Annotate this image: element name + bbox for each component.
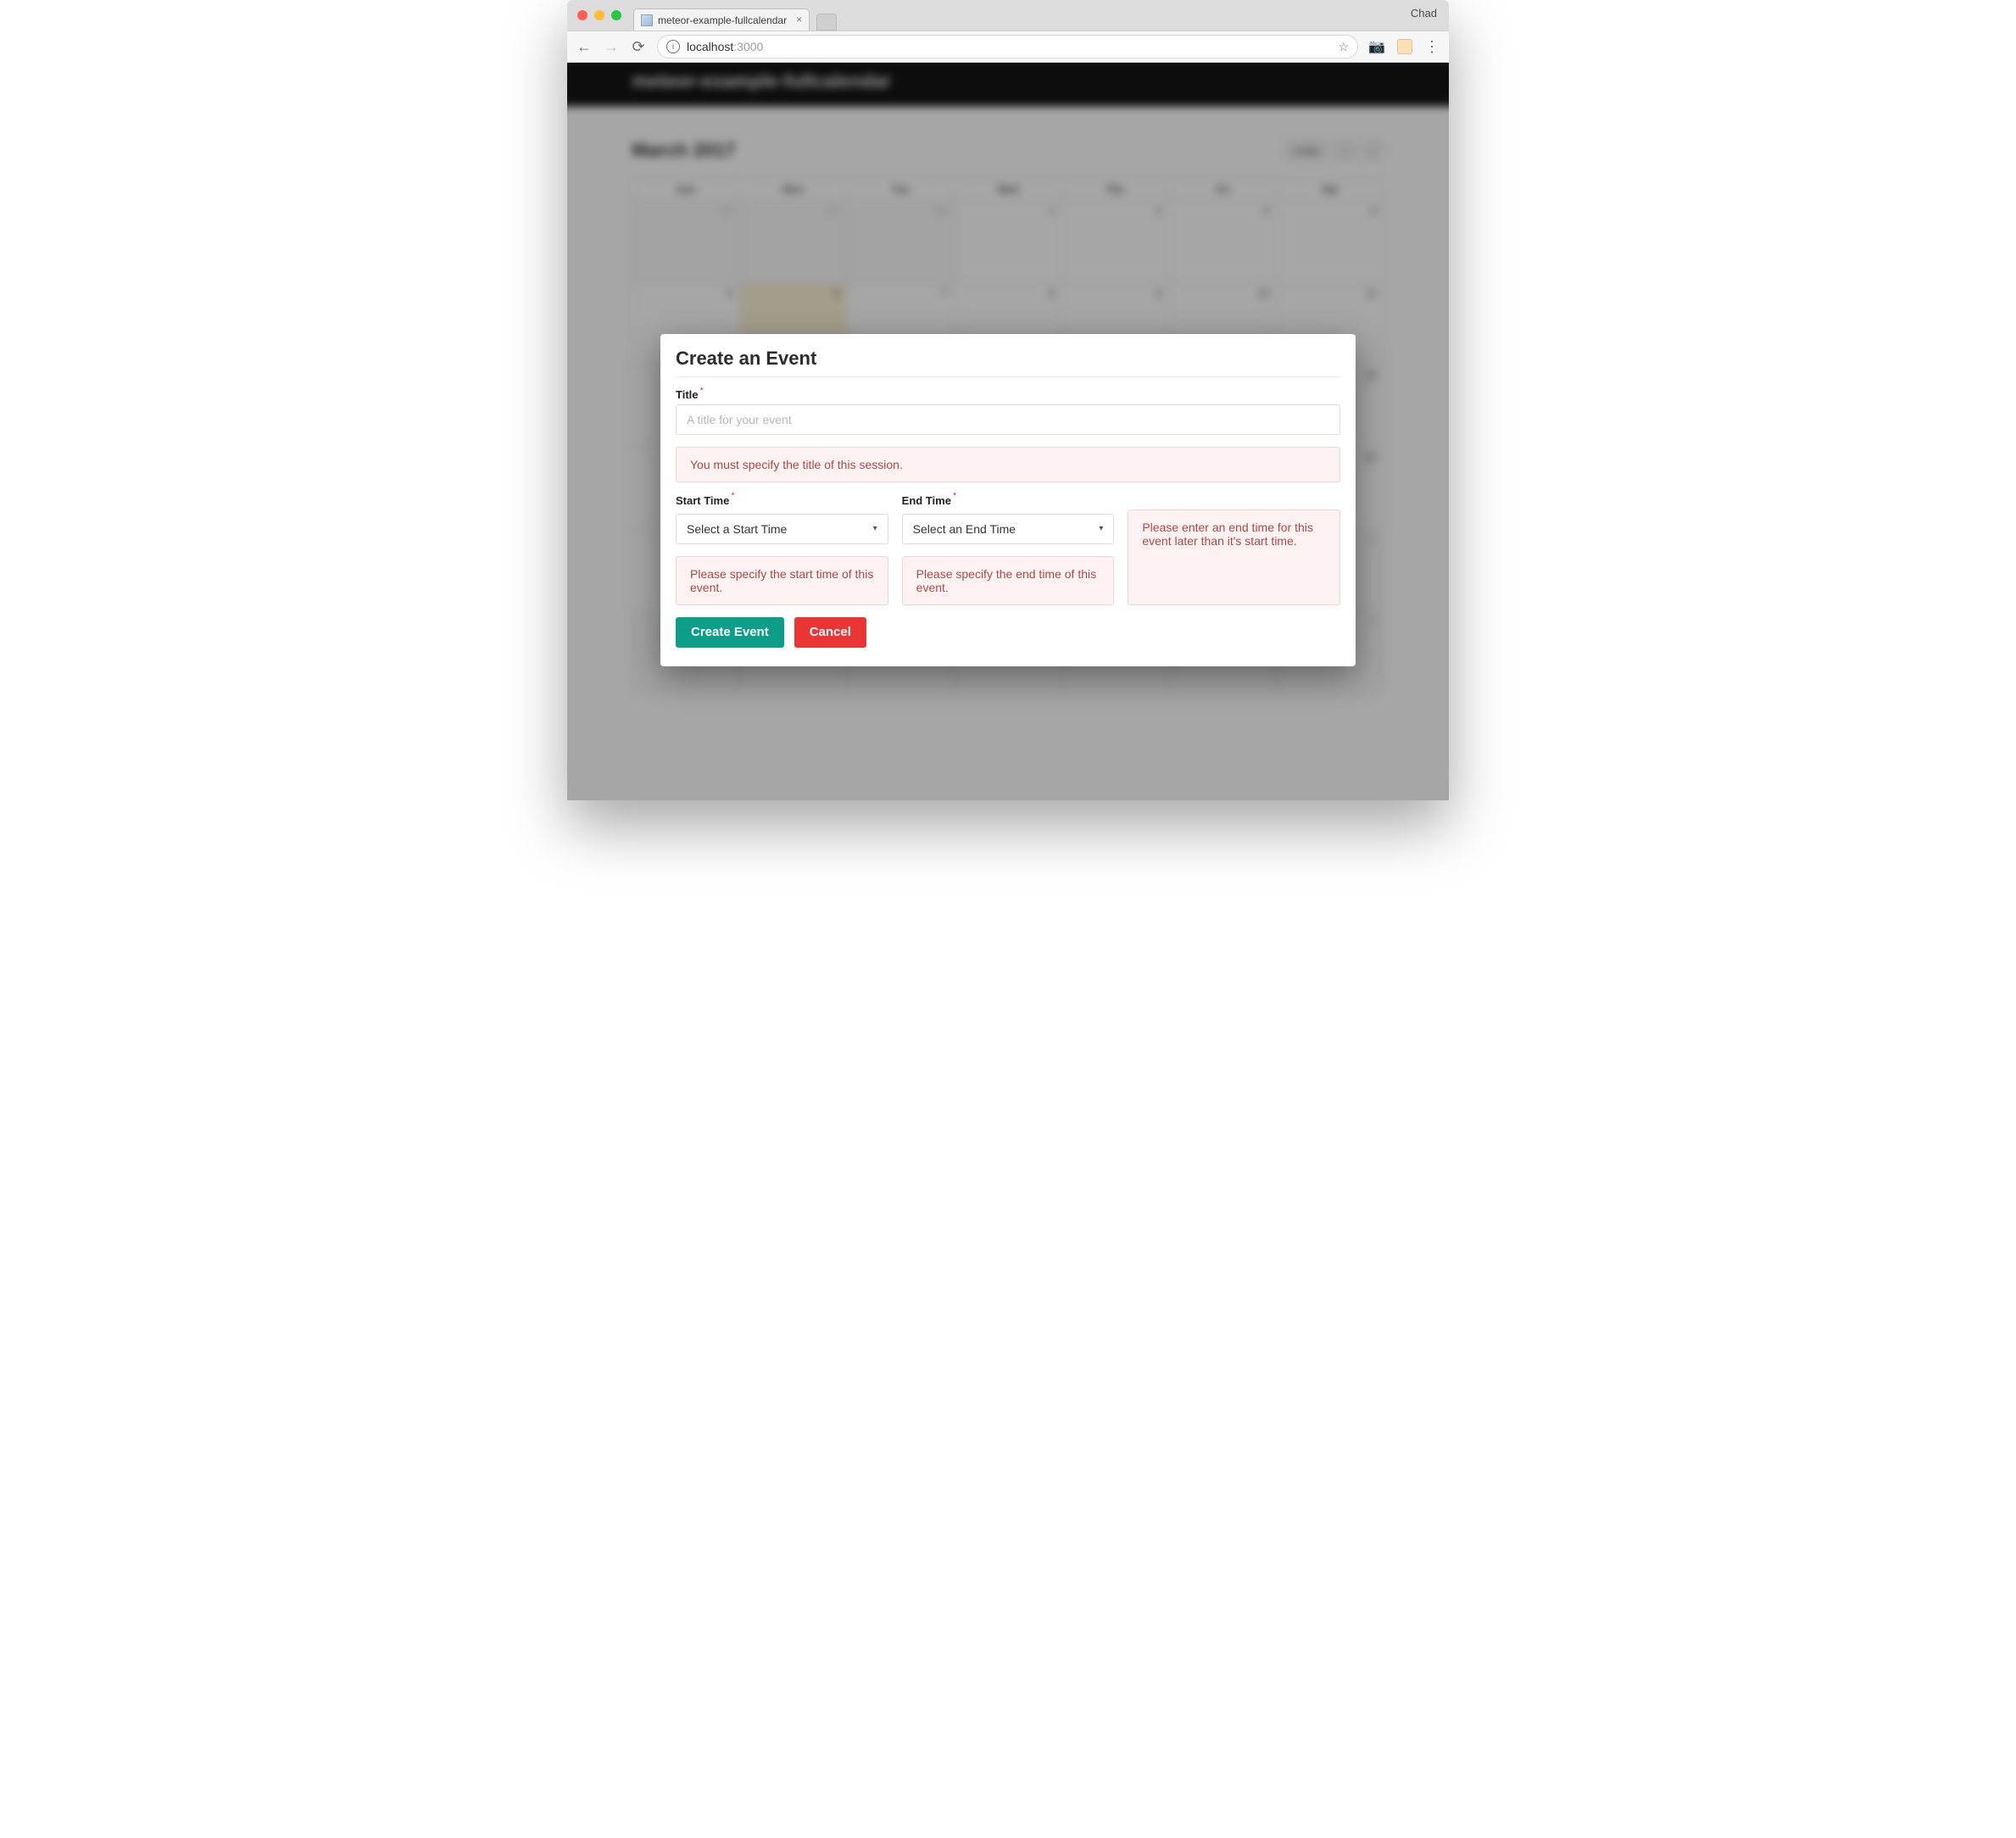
tab-strip: meteor-example-fullcalendar × (633, 0, 837, 31)
forward-button: → (603, 38, 620, 56)
camera-extension-icon[interactable]: 📷 (1368, 38, 1385, 55)
browser-tab[interactable]: meteor-example-fullcalendar × (633, 8, 810, 31)
caret-down-icon: ▾ (873, 524, 877, 533)
required-icon: * (700, 386, 704, 396)
back-button[interactable]: ← (576, 38, 593, 56)
create-event-modal: Create an Event Title* You must specify … (660, 334, 1356, 666)
favicon-icon (641, 14, 653, 26)
required-icon: * (731, 491, 734, 501)
start-time-label: Start Time (676, 494, 729, 507)
end-time-select[interactable]: Select an End Time ▾ (902, 514, 1115, 544)
url-bar: ← → ⟳ i localhost:3000 ☆ 📷 ⋮ (567, 31, 1449, 63)
browser-window: meteor-example-fullcalendar × Chad ← → ⟳… (567, 0, 1449, 800)
window-controls (577, 10, 621, 20)
site-info-icon[interactable]: i (666, 40, 680, 53)
reload-button[interactable]: ⟳ (630, 38, 647, 56)
end-after-start-error-alert: Please enter an end time for this event … (1128, 510, 1340, 604)
title-error-alert: You must specify the title of this sessi… (676, 447, 1340, 482)
close-tab-icon[interactable]: × (796, 14, 802, 25)
modal-heading: Create an Event (676, 348, 1340, 370)
end-time-selected: Select an End Time (913, 522, 1016, 536)
title-label: Title (676, 388, 699, 401)
new-tab-button[interactable] (816, 14, 837, 31)
address-bar[interactable]: i localhost:3000 ☆ (657, 35, 1358, 58)
cancel-button[interactable]: Cancel (794, 617, 866, 648)
modal-overlay[interactable]: Create an Event Title* You must specify … (567, 63, 1449, 800)
avatar-extension-icon[interactable] (1397, 39, 1412, 54)
menu-kebab-icon[interactable]: ⋮ (1424, 38, 1440, 56)
required-icon: * (953, 491, 956, 501)
fullscreen-window-icon[interactable] (611, 10, 621, 20)
title-input[interactable] (676, 404, 1340, 435)
titlebar: meteor-example-fullcalendar × Chad (567, 0, 1449, 31)
end-time-label: End Time (902, 494, 951, 507)
start-time-selected: Select a Start Time (687, 522, 787, 536)
create-event-button[interactable]: Create Event (676, 617, 784, 648)
start-time-select[interactable]: Select a Start Time ▾ (676, 514, 888, 544)
url-text: localhost:3000 (687, 40, 763, 53)
profile-name[interactable]: Chad (1411, 7, 1437, 19)
start-time-error-alert: Please specify the start time of this ev… (676, 556, 888, 605)
viewport: meteor-example-fullcalendar March 2017 t… (567, 63, 1449, 800)
divider (676, 376, 1340, 377)
bookmark-star-icon[interactable]: ☆ (1339, 40, 1350, 54)
minimize-window-icon[interactable] (594, 10, 604, 20)
caret-down-icon: ▾ (1099, 524, 1103, 533)
toolbar-right: 📷 ⋮ (1368, 38, 1440, 56)
tab-title: meteor-example-fullcalendar (658, 14, 787, 26)
close-window-icon[interactable] (577, 10, 588, 20)
end-time-error-alert: Please specify the end time of this even… (902, 556, 1115, 605)
